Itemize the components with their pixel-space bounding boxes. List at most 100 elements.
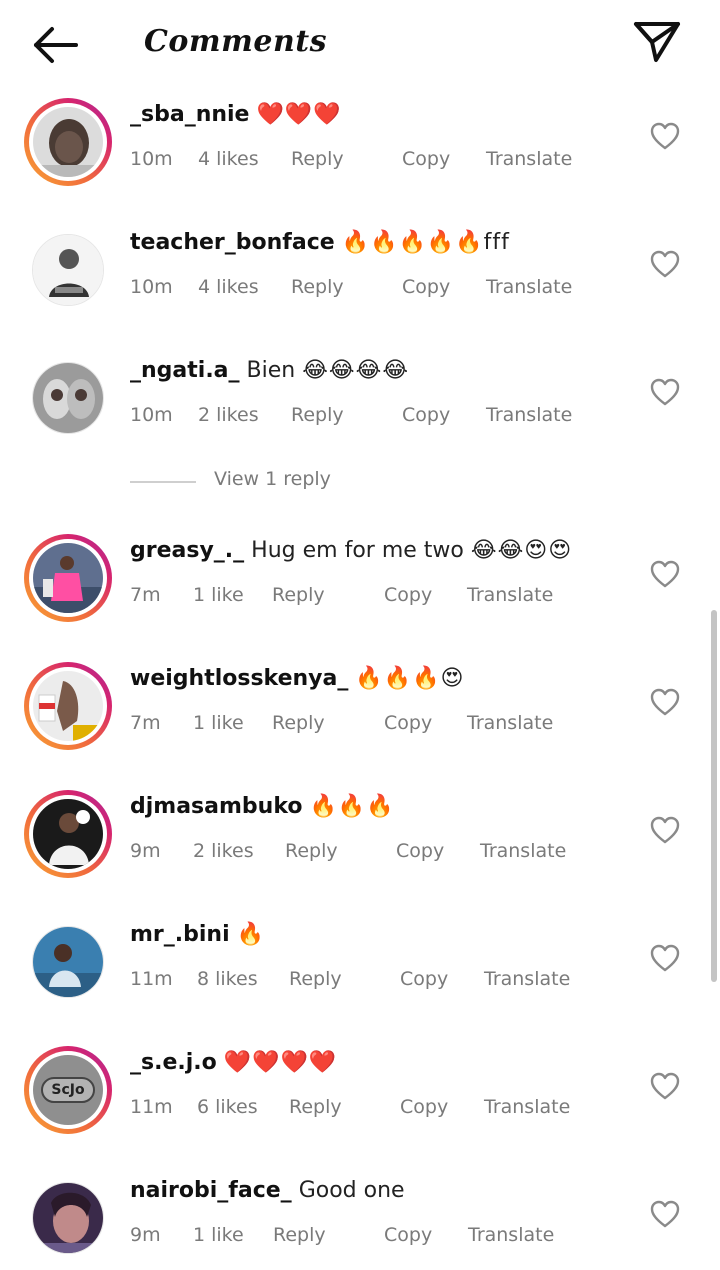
likes-count[interactable]: 4 likes <box>198 276 259 298</box>
comment-time: 9m <box>130 1224 161 1246</box>
view-replies-label[interactable]: View 1 reply <box>214 468 331 490</box>
comment-body: Hug em for me two <box>251 538 464 563</box>
comment-emojis: 🔥🔥🔥 <box>309 794 395 819</box>
copy-button[interactable]: Copy <box>400 968 448 990</box>
comment-username[interactable]: nairobi_face_ <box>130 1178 292 1203</box>
comment-username[interactable]: weightlosskenya_ <box>130 666 348 691</box>
copy-button[interactable]: Copy <box>384 584 432 606</box>
reply-button[interactable]: Reply <box>289 1096 342 1118</box>
heart-icon[interactable] <box>650 688 680 716</box>
top-bar: Comments <box>0 0 720 88</box>
heart-icon[interactable] <box>650 1200 680 1228</box>
heart-icon[interactable] <box>650 122 680 150</box>
comment-row: mr_.bini 🔥 11m 8 likes Reply Copy Transl… <box>0 912 720 1040</box>
comment-text: nairobi_face_ Good one <box>130 1178 610 1203</box>
reply-button[interactable]: Reply <box>289 968 342 990</box>
likes-count[interactable]: 6 likes <box>197 1096 258 1118</box>
reply-button[interactable]: Reply <box>285 840 338 862</box>
likes-count[interactable]: 2 likes <box>198 404 259 426</box>
comment-emojis: ❤️❤️❤️❤️ <box>223 1050 338 1075</box>
translate-button[interactable]: Translate <box>467 712 553 734</box>
comment-username[interactable]: djmasambuko <box>130 794 303 819</box>
copy-button[interactable]: Copy <box>402 148 450 170</box>
comment-meta: 9m 1 like Reply Copy Translate <box>0 1224 720 1250</box>
likes-count[interactable]: 1 like <box>193 712 244 734</box>
comment-text: _s.e.j.o ❤️❤️❤️❤️ <box>130 1050 610 1075</box>
page-title: Comments <box>144 24 328 59</box>
comment-time: 11m <box>130 1096 173 1118</box>
back-button[interactable] <box>30 22 82 68</box>
likes-count[interactable]: 4 likes <box>198 148 259 170</box>
comment-username[interactable]: teacher_bonface <box>130 230 335 255</box>
reply-button[interactable]: Reply <box>272 712 325 734</box>
heart-icon[interactable] <box>650 1072 680 1100</box>
comment-text: djmasambuko 🔥🔥🔥 <box>130 794 610 819</box>
comment-username[interactable]: greasy_._ <box>130 538 244 563</box>
translate-button[interactable]: Translate <box>484 1096 570 1118</box>
heart-icon[interactable] <box>650 560 680 588</box>
reply-button[interactable]: Reply <box>272 584 325 606</box>
comment-row: weightlosskenya_ 🔥🔥🔥😍 7m 1 like Reply Co… <box>0 656 720 784</box>
copy-button[interactable]: Copy <box>400 1096 448 1118</box>
comments-list[interactable]: _sba_nnie ❤️❤️❤️ 10m 4 likes Reply Copy … <box>0 88 720 1270</box>
reply-button[interactable]: Reply <box>291 276 344 298</box>
comment-meta: 7m 1 like Reply Copy Translate <box>0 712 720 738</box>
comment-time: 10m <box>130 404 173 426</box>
likes-count[interactable]: 8 likes <box>197 968 258 990</box>
copy-button[interactable]: Copy <box>402 276 450 298</box>
comment-emojis: 🔥🔥🔥😍 <box>355 666 465 691</box>
heart-icon[interactable] <box>650 816 680 844</box>
comment-row: _sba_nnie ❤️❤️❤️ 10m 4 likes Reply Copy … <box>0 92 720 220</box>
comment-username[interactable]: _sba_nnie <box>130 102 249 127</box>
reply-button[interactable]: Reply <box>273 1224 326 1246</box>
translate-button[interactable]: Translate <box>484 968 570 990</box>
copy-button[interactable]: Copy <box>384 712 432 734</box>
comment-row: djmasambuko 🔥🔥🔥 9m 2 likes Reply Copy Tr… <box>0 784 720 912</box>
view-replies[interactable]: View 1 reply <box>130 466 430 496</box>
comment-meta: 11m 8 likes Reply Copy Translate <box>0 968 720 994</box>
comment-username[interactable]: _s.e.j.o <box>130 1050 217 1075</box>
copy-button[interactable]: Copy <box>384 1224 432 1246</box>
comment-meta: 7m 1 like Reply Copy Translate <box>0 584 720 610</box>
comment-time: 10m <box>130 148 173 170</box>
translate-button[interactable]: Translate <box>468 1224 554 1246</box>
comment-meta: 10m 4 likes Reply Copy Translate <box>0 276 720 302</box>
reply-thread-line <box>130 481 196 483</box>
comment-time: 9m <box>130 840 161 862</box>
copy-button[interactable]: Copy <box>402 404 450 426</box>
translate-button[interactable]: Translate <box>486 276 572 298</box>
comment-username[interactable]: _ngati.a_ <box>130 358 240 383</box>
comment-text: _ngati.a_ Bien 😂😂😂😂 <box>130 358 610 383</box>
comment-text: weightlosskenya_ 🔥🔥🔥😍 <box>130 666 610 691</box>
translate-button[interactable]: Translate <box>486 148 572 170</box>
comment-emojis: ❤️❤️❤️ <box>256 102 342 127</box>
translate-button[interactable]: Translate <box>467 584 553 606</box>
heart-icon[interactable] <box>650 250 680 278</box>
comment-meta: 9m 2 likes Reply Copy Translate <box>0 840 720 866</box>
comment-time: 11m <box>130 968 173 990</box>
comment-text: _sba_nnie ❤️❤️❤️ <box>130 102 610 127</box>
translate-button[interactable]: Translate <box>480 840 566 862</box>
likes-count[interactable]: 2 likes <box>193 840 254 862</box>
copy-button[interactable]: Copy <box>396 840 444 862</box>
scrollbar[interactable] <box>711 610 717 982</box>
share-button[interactable] <box>630 18 684 64</box>
comment-time: 10m <box>130 276 173 298</box>
comment-row: ScJo _s.e.j.o ❤️❤️❤️❤️ 11m 6 likes Reply… <box>0 1040 720 1168</box>
paper-plane-icon <box>634 22 680 62</box>
comment-emojis: 😂😂😍😍 <box>470 538 573 563</box>
heart-icon[interactable] <box>650 378 680 406</box>
likes-count[interactable]: 1 like <box>193 584 244 606</box>
likes-count[interactable]: 1 like <box>193 1224 244 1246</box>
comment-username[interactable]: mr_.bini <box>130 922 230 947</box>
heart-icon[interactable] <box>650 944 680 972</box>
comment-row: _ngati.a_ Bien 😂😂😂😂 10m 2 likes Reply Co… <box>0 348 720 476</box>
reply-button[interactable]: Reply <box>291 148 344 170</box>
comment-time: 7m <box>130 584 161 606</box>
comment-row: teacher_bonface 🔥🔥🔥🔥🔥fff 10m 4 likes Rep… <box>0 220 720 348</box>
reply-button[interactable]: Reply <box>291 404 344 426</box>
comment-text: teacher_bonface 🔥🔥🔥🔥🔥fff <box>130 230 610 255</box>
comment-row: nairobi_face_ Good one 9m 1 like Reply C… <box>0 1168 720 1270</box>
translate-button[interactable]: Translate <box>486 404 572 426</box>
comment-text: mr_.bini 🔥 <box>130 922 610 947</box>
